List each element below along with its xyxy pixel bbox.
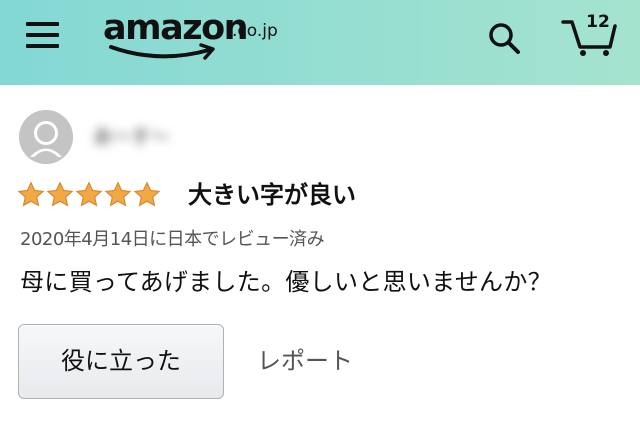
hamburger-line [26,44,59,48]
top-nav-bar: amazon .co.jp 12 [0,0,640,85]
cart-count-badge: 12 [586,12,610,32]
cart-button[interactable]: 12 [560,12,620,58]
logo-domain-suffix: .co.jp [232,21,278,41]
reviewer-name[interactable]: あ〜す〜 [93,123,215,151]
hamburger-line [26,33,59,37]
search-icon[interactable] [486,20,522,56]
review-date-location: 2020年4月14日に日本でレビュー済み [20,229,325,250]
hamburger-menu-icon[interactable] [26,22,60,48]
default-user-avatar-icon [19,110,73,164]
star-rating [17,181,161,211]
helpful-button[interactable]: 役に立った [18,324,224,399]
amazon-logo[interactable]: amazon .co.jp [103,6,303,66]
hamburger-line [26,22,59,26]
review-title: 大きい字が良い [188,181,356,209]
star-icon [104,181,132,207]
logo-smile-icon [109,43,215,60]
star-icon [17,181,45,207]
report-link[interactable]: レポート [257,343,353,379]
star-icon [46,181,74,207]
review-body: 母に買ってあげました。優しいと思いませんか？ [20,268,552,296]
star-icon [75,181,103,207]
reviewer-avatar[interactable] [19,110,73,164]
star-icon [133,181,161,207]
